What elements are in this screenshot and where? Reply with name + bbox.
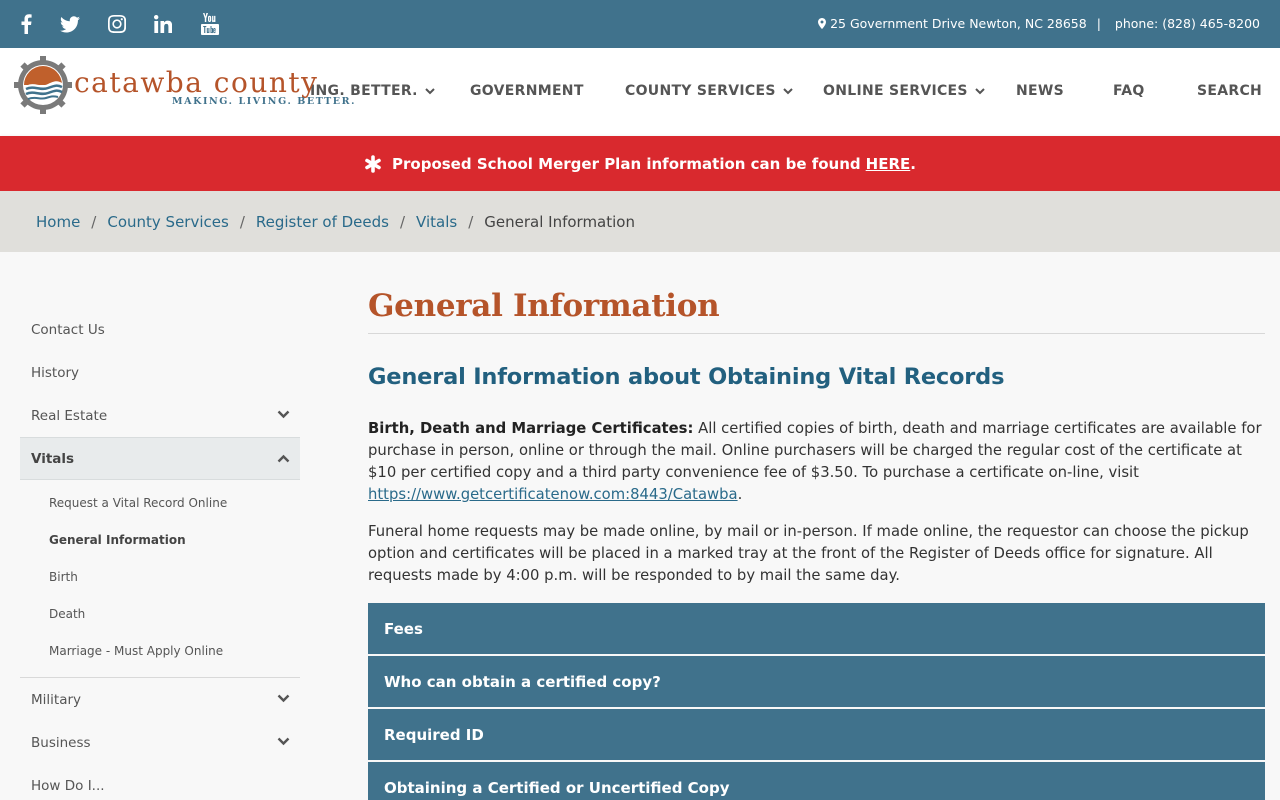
chevron-down-icon[interactable]	[277, 737, 290, 746]
sidebar-item-how-do-i[interactable]: How Do I...	[20, 764, 300, 800]
chevron-down-icon[interactable]	[277, 694, 290, 703]
twitter-icon[interactable]	[56, 10, 84, 38]
vitals-submenu: Request a Vital Record Online General In…	[20, 480, 300, 678]
sidebar-item-contact-us[interactable]: Contact Us	[20, 308, 300, 351]
sidebar-item-label: Military	[31, 691, 82, 708]
sidebar-subitem-birth[interactable]: Birth	[20, 558, 300, 595]
certificate-link[interactable]: https://www.getcertificatenow.com:8443/C…	[368, 486, 738, 503]
nav-label: GOVERNMENT	[470, 83, 584, 99]
certificates-paragraph: Birth, Death and Marriage Certificates: …	[368, 418, 1265, 506]
sidebar-item-label: How Do I...	[31, 777, 105, 794]
chevron-down-icon[interactable]	[277, 410, 290, 419]
county-logo[interactable]: catawba county MAKING. LIVING. BETTER.	[14, 56, 354, 128]
youtube-icon[interactable]	[196, 10, 224, 38]
breadcrumb-register-of-deeds[interactable]: Register of Deeds	[256, 213, 389, 231]
sidebar-item-label: Vitals	[31, 450, 75, 467]
sidebar-nav: Contact Us History Real Estate Vitals Re…	[20, 308, 300, 800]
facebook-icon[interactable]	[12, 10, 40, 38]
sidebar-subitem-label: Death	[49, 606, 86, 621]
accordion-label: Obtaining a Certified or Uncertified Cop…	[384, 778, 730, 797]
breadcrumb-current: General Information	[484, 212, 635, 231]
sidebar-item-label: Real Estate	[31, 407, 108, 424]
nav-label: COUNTY SERVICES	[625, 83, 776, 99]
accordion-obtaining-copy[interactable]: Obtaining a Certified or Uncertified Cop…	[368, 762, 1265, 800]
sidebar-item-military[interactable]: Military	[20, 678, 300, 721]
nav-item-faq[interactable]: FAQ	[1113, 83, 1145, 99]
instagram-icon[interactable]	[103, 10, 131, 38]
sidebar-item-label: History	[31, 364, 80, 381]
sidebar-subitem-label: Request a Vital Record Online	[49, 495, 228, 510]
alert-suffix: .	[910, 154, 916, 173]
breadcrumb: Home / County Services / Register of Dee…	[0, 191, 1280, 252]
accordion-label: Fees	[384, 619, 423, 638]
breadcrumb-separator: /	[91, 212, 97, 231]
nav-item-search[interactable]: SEARCH	[1197, 83, 1262, 99]
nav-item-county-services[interactable]: COUNTY SERVICES	[625, 83, 793, 99]
accordion: Fees Who can obtain a certified copy? Re…	[368, 603, 1265, 800]
chevron-up-icon[interactable]	[277, 454, 290, 463]
chevron-down-icon	[425, 87, 435, 94]
logo-gear-icon	[14, 56, 72, 114]
accordion-label: Required ID	[384, 725, 484, 744]
sidebar-item-business[interactable]: Business	[20, 721, 300, 764]
accordion-label: Who can obtain a certified copy?	[384, 672, 661, 691]
nav-label: ONLINE SERVICES	[823, 83, 968, 99]
nav-label: NEWS	[1016, 83, 1065, 99]
top-bar: 25 Government Drive Newton, NC 28658 | p…	[0, 0, 1280, 48]
section-title: General Information about Obtaining Vita…	[368, 364, 1005, 390]
sidebar-subitem-request-online[interactable]: Request a Vital Record Online	[20, 484, 300, 521]
breadcrumb-vitals[interactable]: Vitals	[416, 213, 457, 231]
alert-banner: Proposed School Merger Plan information …	[0, 136, 1280, 191]
nav-item-online-services[interactable]: ONLINE SERVICES	[823, 83, 985, 99]
sidebar-subitem-general-information[interactable]: General Information	[20, 521, 300, 558]
certificates-end: .	[737, 486, 743, 503]
accordion-who-can-obtain[interactable]: Who can obtain a certified copy?	[368, 656, 1265, 707]
site-header: ING. BETTER. GOVERNMENT COUNTY SERVICES …	[0, 48, 1280, 136]
nav-label: SEARCH	[1197, 83, 1263, 99]
contact-separator: |	[1096, 16, 1101, 31]
sidebar-item-real-estate[interactable]: Real Estate	[20, 394, 300, 437]
alert-link[interactable]: HERE	[866, 155, 911, 173]
sidebar-subitem-label: General Information	[49, 532, 186, 547]
linkedin-icon[interactable]	[149, 10, 177, 38]
nav-item-government[interactable]: GOVERNMENT	[470, 83, 584, 99]
logo-tagline: MAKING. LIVING. BETTER.	[172, 96, 356, 107]
chevron-down-icon	[975, 87, 985, 94]
location-pin-icon	[818, 18, 827, 29]
sidebar-item-history[interactable]: History	[20, 351, 300, 394]
nav-item-news[interactable]: NEWS	[1016, 83, 1064, 99]
sidebar-subitem-label: Marriage - Must Apply Online	[49, 643, 224, 658]
accordion-required-id[interactable]: Required ID	[368, 709, 1265, 760]
accordion-fees[interactable]: Fees	[368, 603, 1265, 654]
sidebar-subitem-marriage[interactable]: Marriage - Must Apply Online	[20, 632, 300, 669]
nav-label: FAQ	[1113, 83, 1145, 99]
sidebar-subitem-label: Birth	[49, 569, 78, 584]
main-content: General Information General Information …	[368, 288, 1265, 800]
contact-info: 25 Government Drive Newton, NC 28658 | p…	[818, 16, 1260, 31]
logo-text: catawba county	[74, 66, 319, 99]
sidebar-item-vitals[interactable]: Vitals	[20, 437, 300, 480]
sidebar-subitem-death[interactable]: Death	[20, 595, 300, 632]
sidebar-item-label: Business	[31, 734, 91, 751]
breadcrumb-separator: /	[399, 212, 406, 231]
chevron-down-icon	[783, 87, 793, 94]
breadcrumb-county-services[interactable]: County Services	[107, 213, 228, 231]
breadcrumb-separator: /	[239, 212, 245, 231]
certificates-heading: Birth, Death and Marriage Certificates:	[368, 420, 694, 437]
sidebar-item-label: Contact Us	[31, 321, 105, 338]
phone-text[interactable]: phone: (828) 465-8200	[1115, 16, 1260, 31]
asterisk-icon	[365, 154, 381, 173]
address-text: 25 Government Drive Newton, NC 28658	[830, 16, 1087, 31]
page-title: General Information	[368, 288, 1265, 334]
breadcrumb-separator: /	[468, 212, 474, 231]
breadcrumb-home[interactable]: Home	[36, 213, 80, 231]
funeral-home-paragraph: Funeral home requests may be made online…	[368, 523, 1249, 584]
alert-text: Proposed School Merger Plan information …	[392, 154, 861, 173]
